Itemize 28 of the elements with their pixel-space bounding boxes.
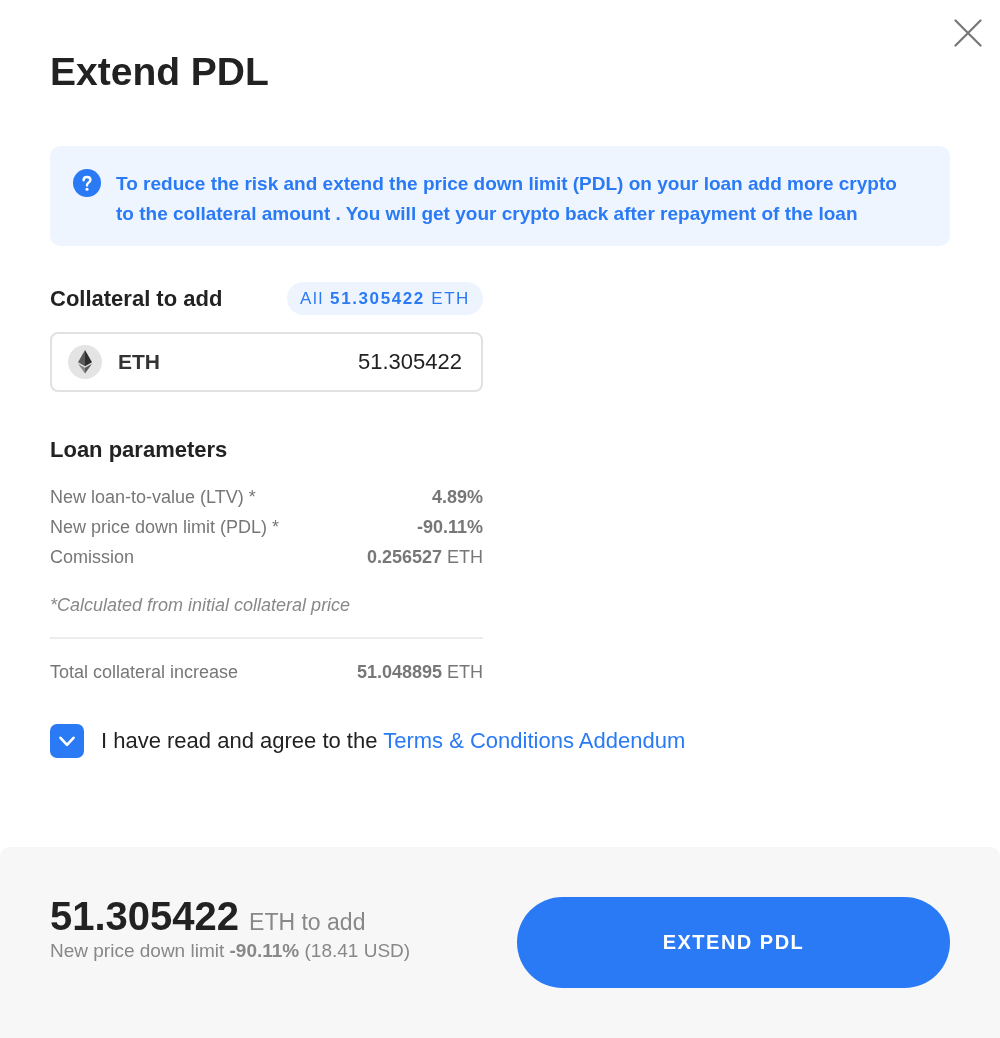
total-label: Total collateral increase xyxy=(50,661,239,684)
summary-text: New price down limit -90.11% (18.41 USD) xyxy=(50,939,411,963)
agree-checkbox[interactable] xyxy=(50,724,84,758)
amount-caption: ETH to add xyxy=(249,909,366,936)
parameter-value: 4.89% xyxy=(431,486,483,509)
parameter-value: 0.256527 ETH xyxy=(366,546,483,569)
amount-input[interactable]: ETH 51.305422 xyxy=(50,332,483,392)
total-value: 51.048895 ETH xyxy=(356,661,483,684)
parameter-label: New loan-to-value (LTV) * xyxy=(50,486,256,509)
info-text: To reduce the risk and extend the price down limit (PDL) on your loan add more crypto to the collateral amount . You will get your crypto back after repayment of the loan xyxy=(116,172,898,226)
collateral-heading: Collateral to add xyxy=(50,286,223,311)
coin-icon xyxy=(68,345,102,379)
help-icon xyxy=(73,169,101,197)
footnote-text: *Calculated from initial collateral price xyxy=(50,594,352,617)
checkmark-icon xyxy=(59,735,75,747)
dialog-title: Extend PDL xyxy=(50,49,269,95)
parameter-value: -90.11% xyxy=(416,516,483,539)
amount-value: 51.305422 xyxy=(358,349,462,375)
agreement-text: I have read and agree to the Terms & Conditions Addendum xyxy=(101,728,686,754)
currency-label: ETH xyxy=(118,350,160,374)
total-amount: 51.305422 xyxy=(50,893,240,939)
parameter-label: Comission xyxy=(50,546,135,569)
extend-pdl-button[interactable]: EXTEND PDL xyxy=(517,897,950,988)
terms-link[interactable]: Terms & Conditions Addendum xyxy=(383,728,686,753)
close-icon[interactable] xyxy=(954,19,982,47)
all-amount-button[interactable]: All 51.305422 ETH xyxy=(287,282,483,315)
parameter-label: New price down limit (PDL) * xyxy=(50,516,280,539)
loan-parameters-heading: Loan parameters xyxy=(50,437,229,462)
